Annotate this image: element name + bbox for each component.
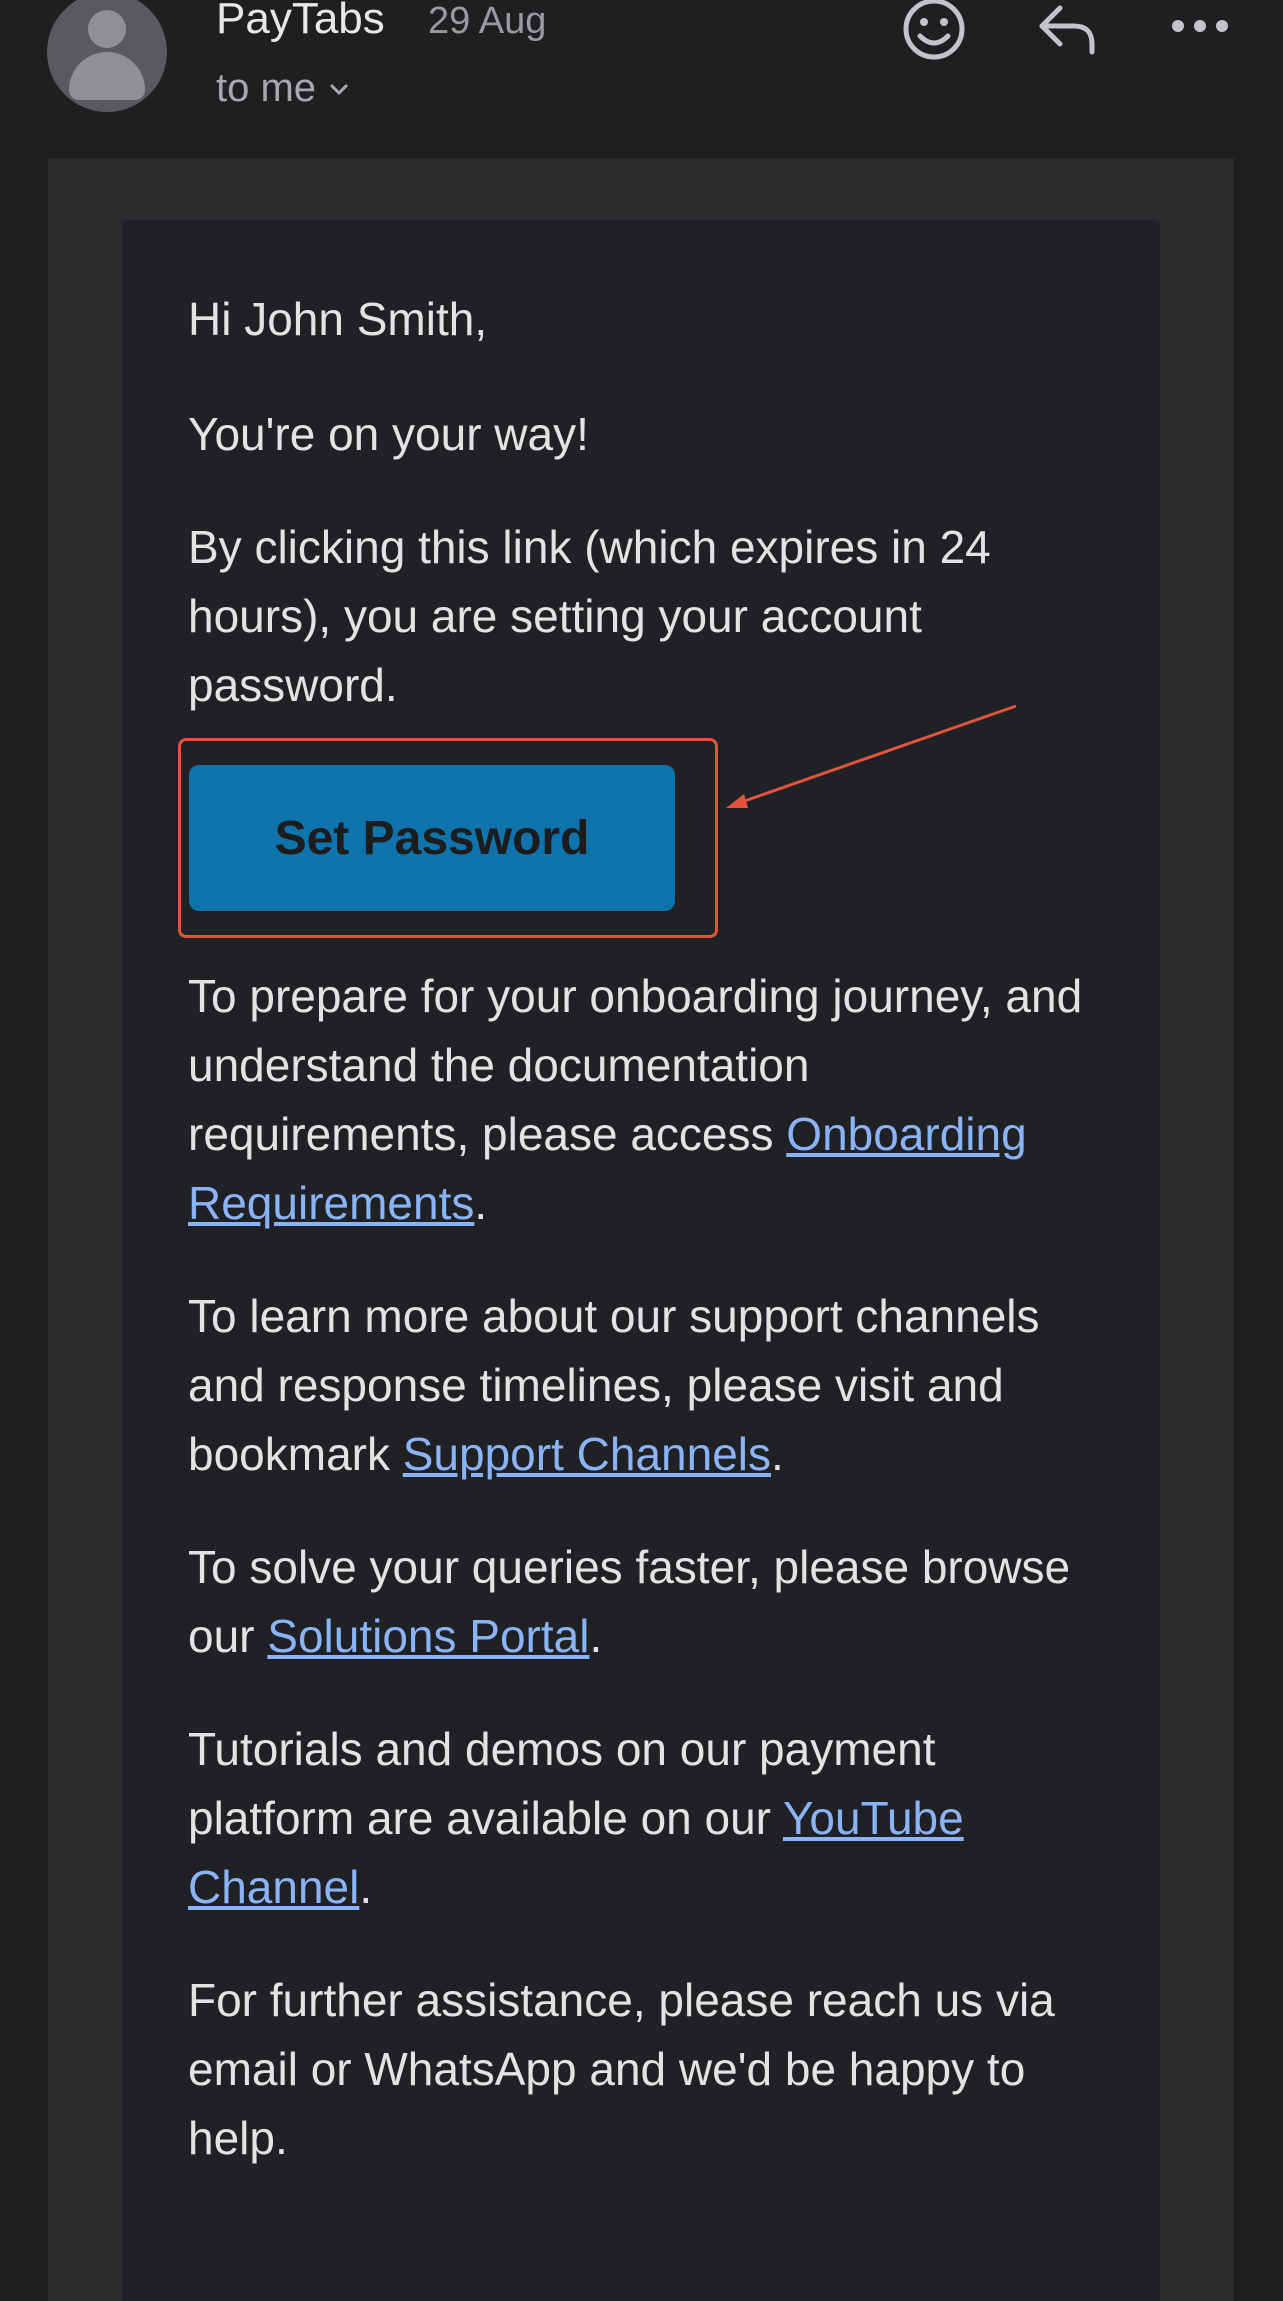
period: . bbox=[589, 1610, 603, 1662]
reply-icon[interactable] bbox=[1030, 0, 1102, 64]
solutions-paragraph: To solve your queries faster, please bro… bbox=[188, 1533, 1098, 1671]
avatar-body bbox=[69, 52, 145, 100]
avatar-head bbox=[88, 10, 126, 48]
emoji-icon[interactable] bbox=[898, 0, 970, 64]
email-view: PayTabs 29 Aug to me Hi John Smith, You'… bbox=[0, 0, 1283, 2301]
sender-name: PayTabs bbox=[216, 0, 385, 43]
set-password-button[interactable]: Set Password bbox=[189, 765, 675, 911]
sender-avatar[interactable] bbox=[47, 0, 167, 112]
period: . bbox=[474, 1177, 488, 1229]
password-info: By clicking this link (which expires in … bbox=[188, 521, 991, 711]
support-channels-link[interactable]: Support Channels bbox=[403, 1428, 771, 1480]
support-paragraph: To learn more about our support channels… bbox=[188, 1282, 1098, 1489]
period: . bbox=[359, 1861, 373, 1913]
email-date: 29 Aug bbox=[428, 0, 547, 42]
greeting: Hi John Smith, bbox=[188, 293, 488, 345]
onboarding-paragraph: To prepare for your onboarding journey, … bbox=[188, 962, 1098, 1238]
assistance-paragraph: For further assistance, please reach us … bbox=[188, 1974, 1055, 2164]
email-content: Hi John Smith, You're on your way! By cl… bbox=[188, 285, 1098, 2173]
period: . bbox=[771, 1428, 784, 1480]
recipient-toggle[interactable]: to me bbox=[216, 66, 350, 111]
recipient-label: to me bbox=[216, 66, 317, 110]
more-icon[interactable] bbox=[1164, 0, 1236, 64]
solutions-portal-link[interactable]: Solutions Portal bbox=[267, 1610, 589, 1662]
chevron-down-icon bbox=[329, 83, 349, 95]
annotation-arrow bbox=[726, 704, 1017, 808]
tutorials-paragraph: Tutorials and demos on our payment platf… bbox=[188, 1715, 1098, 1922]
intro-line: You're on your way! bbox=[188, 408, 589, 460]
